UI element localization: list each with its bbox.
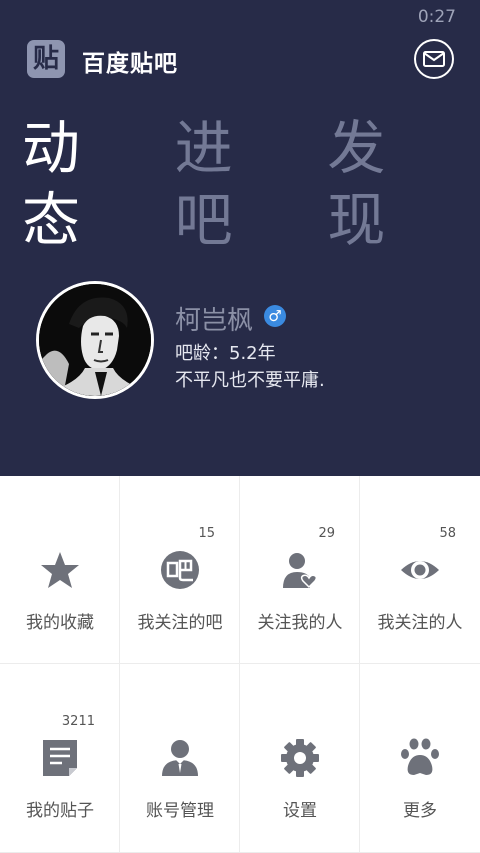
app-logo: 贴 bbox=[27, 40, 65, 78]
app-title: 百度贴吧 bbox=[82, 51, 178, 77]
avatar[interactable] bbox=[36, 281, 154, 399]
grid-item-my-posts[interactable]: 3211 我的贴子 bbox=[0, 664, 120, 853]
grid-label: 我关注的人 bbox=[377, 613, 463, 633]
grid-count: 58 bbox=[439, 526, 456, 541]
document-icon bbox=[43, 740, 77, 776]
username: 柯岂枫 bbox=[175, 306, 254, 336]
grid-item-more[interactable]: 更多 bbox=[360, 664, 480, 853]
user-signature: 不平凡也不要平庸. bbox=[175, 370, 325, 391]
grid-count: 3211 bbox=[61, 714, 95, 729]
grid-label: 设置 bbox=[283, 801, 317, 821]
star-icon bbox=[41, 552, 79, 588]
grid-item-account[interactable]: 账号管理 bbox=[120, 664, 240, 853]
grid-label: 账号管理 bbox=[146, 801, 214, 821]
mail-icon bbox=[423, 51, 445, 67]
male-gender-icon: ♂ bbox=[264, 305, 286, 327]
grid-label: 关注我的人 bbox=[257, 613, 343, 633]
grid-label: 我的收藏 bbox=[26, 613, 94, 633]
grid-item-followers[interactable]: 29 关注我的人 bbox=[240, 476, 360, 664]
ba-age-label: 吧龄：5.2年 bbox=[175, 343, 276, 364]
app-logo-glyph: 贴 bbox=[32, 44, 59, 74]
tab-faxian[interactable]: 发现 bbox=[327, 112, 440, 256]
grid-label: 更多 bbox=[403, 801, 437, 821]
paw-icon bbox=[401, 738, 439, 775]
avatar-portrait-image bbox=[39, 284, 151, 396]
grid-count: 29 bbox=[318, 526, 335, 541]
profile-header: 0:27 贴 百度贴吧 动态 进吧 发现 柯岂枫 ♂ 吧龄：5.2年 不平凡也不… bbox=[0, 0, 480, 476]
grid-item-favorites[interactable]: 我的收藏 bbox=[0, 476, 120, 664]
grid-item-followed-bars[interactable]: 15 我关注的吧 bbox=[120, 476, 240, 664]
gear-icon bbox=[281, 739, 319, 777]
feature-grid: 我的收藏 15 我关注的吧 29 关注我的人 58 我关注的人 3211 我的贴… bbox=[0, 476, 480, 853]
follower-icon bbox=[283, 553, 318, 589]
status-time: 0:27 bbox=[417, 7, 456, 27]
grid-item-following[interactable]: 58 我关注的人 bbox=[360, 476, 480, 664]
main-tabs: 动态 进吧 发现 bbox=[22, 112, 480, 256]
grid-label: 我的贴子 bbox=[26, 801, 94, 821]
tab-jinba[interactable]: 进吧 bbox=[175, 112, 288, 256]
account-icon bbox=[162, 740, 198, 776]
tab-dongtai[interactable]: 动态 bbox=[22, 112, 135, 256]
grid-label: 我关注的吧 bbox=[137, 613, 223, 633]
eye-icon bbox=[401, 561, 439, 579]
mail-button[interactable] bbox=[414, 39, 454, 79]
ba-icon bbox=[161, 551, 199, 589]
grid-item-settings[interactable]: 设置 bbox=[240, 664, 360, 853]
grid-count: 15 bbox=[198, 526, 215, 541]
